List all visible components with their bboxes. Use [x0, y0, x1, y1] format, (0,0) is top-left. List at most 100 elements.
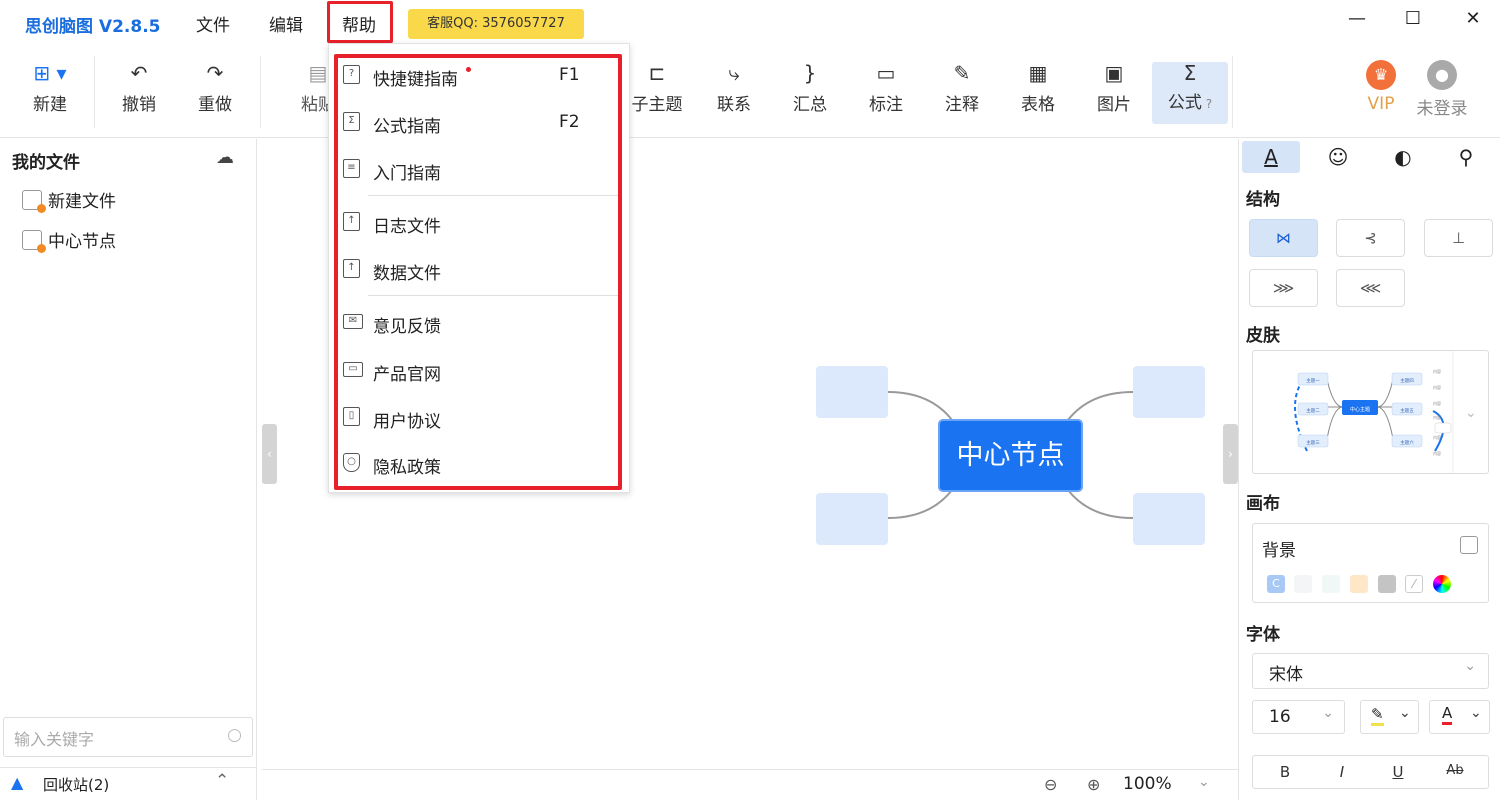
structure-heading: 结构 — [1246, 190, 1280, 210]
color-swatch[interactable] — [1294, 575, 1312, 593]
skin-topic-label: 主题三 — [1306, 439, 1320, 446]
status-bar: ⊖ ⊕ 100% ⌄ — [262, 769, 1238, 800]
monitor-icon: ▭ — [343, 362, 363, 377]
menu-item-label: 意见反馈 — [373, 317, 441, 337]
center-node[interactable]: 中心节点 — [938, 419, 1083, 492]
structure-fishbone-left-button[interactable]: ⋘ — [1336, 269, 1405, 307]
tab-style[interactable]: A — [1242, 141, 1300, 173]
structure-mindmap-button[interactable]: ⋈ — [1249, 219, 1318, 257]
shield-icon: ○ — [343, 453, 360, 472]
menu-item-data-file[interactable]: ↑ 数据文件 — [329, 251, 629, 291]
chevron-down-icon: ⌄ — [1470, 705, 1482, 721]
skin-preview-image: 中心主题 主题一 主题二 主题三 主题四 主题五 主题六 内容 内容 内容 内容… — [1294, 351, 1477, 473]
smiley-icon: ☺ — [1327, 145, 1349, 169]
menu-item-label: 隐私政策 — [373, 458, 441, 478]
chevron-down-icon: ⌄ — [1464, 658, 1476, 674]
mail-icon: ✉ — [343, 314, 363, 329]
skin-topic-label: 主题二 — [1306, 407, 1320, 414]
zoom-level[interactable]: 100% — [1123, 774, 1172, 794]
background-label: 背景 — [1262, 541, 1296, 561]
menu-item-label: 入门指南 — [373, 164, 441, 184]
skin-center-label: 中心主题 — [1350, 406, 1370, 413]
tab-emoji[interactable]: ☺ — [1309, 141, 1367, 173]
formula-doc-icon: Σ — [343, 112, 360, 131]
agreement-icon: ▯ — [343, 407, 360, 426]
chevron-down-icon[interactable]: ⌄ — [1465, 405, 1477, 421]
fishbone-right-icon: ⋙ — [1272, 279, 1295, 297]
shortcut-key: F1 — [559, 65, 580, 85]
style-panel: A ☺ ◐ ⚲ 结构 ⋈ ⊰ ⊥ ⋙ ⋘ 皮肤 中心主题 主题一 主题二 主题三… — [1238, 139, 1500, 800]
text-style-icon: A — [1264, 145, 1278, 169]
chevron-down-icon[interactable]: ⌄ — [1198, 774, 1210, 790]
menu-item-privacy-policy[interactable]: ○ 隐私政策 — [329, 445, 629, 485]
shortcut-key: F2 — [559, 112, 580, 132]
chevron-down-icon: ⌄ — [1399, 705, 1411, 721]
menu-item-label: 公式指南 — [373, 117, 441, 137]
menu-item-label: 用户协议 — [373, 412, 441, 432]
highlighter-icon: ✎ — [1371, 705, 1384, 726]
no-color-swatch[interactable]: ⁄ — [1405, 575, 1423, 593]
skin-topic-label: 主题一 — [1306, 377, 1320, 384]
skin-topic-label: 主题五 — [1400, 407, 1414, 414]
background-settings: 背景 C ⁄ — [1252, 523, 1489, 603]
menu-item-user-agreement[interactable]: ▯ 用户协议 — [329, 399, 629, 439]
custom-color-swatch[interactable]: C — [1267, 575, 1285, 593]
chevron-down-icon: ⌄ — [1322, 705, 1334, 721]
skin-content-label: 内容 — [1433, 384, 1441, 390]
menu-item-log-file[interactable]: ↑ 日志文件 — [329, 204, 629, 244]
theme-icon: ◐ — [1394, 145, 1412, 169]
underline-button[interactable]: U — [1386, 763, 1410, 781]
skin-topic-label: 主题四 — [1400, 377, 1414, 384]
canvas-heading: 画布 — [1246, 494, 1280, 514]
zoom-in-icon[interactable]: ⊕ — [1087, 775, 1100, 794]
mindmap-structure-icon: ⋈ — [1276, 229, 1291, 247]
structure-org-button[interactable]: ⊥ — [1424, 219, 1493, 257]
skin-heading: 皮肤 — [1246, 326, 1280, 346]
bold-button[interactable]: B — [1273, 763, 1297, 781]
help-dropdown-menu: ? 快捷键指南 F1 Σ 公式指南 F2 ≡ 入门指南 ↑ 日志文件 ↑ 数据文… — [328, 43, 630, 493]
zoom-out-icon[interactable]: ⊖ — [1044, 775, 1057, 794]
tab-theme[interactable]: ◐ — [1374, 141, 1432, 173]
subtopic-node[interactable] — [816, 493, 888, 545]
right-tree-icon: ⊰ — [1364, 229, 1377, 247]
org-chart-icon: ⊥ — [1451, 229, 1466, 247]
font-family-select[interactable]: 宋体 ⌄ — [1252, 653, 1489, 689]
skin-content-label: 内容 — [1433, 368, 1441, 374]
menu-item-label: 产品官网 — [373, 365, 441, 385]
color-picker-icon[interactable] — [1433, 575, 1451, 593]
background-checkbox[interactable] — [1460, 536, 1478, 554]
menu-item-getting-started[interactable]: ≡ 入门指南 — [329, 151, 629, 191]
skin-content-label: 内容 — [1433, 434, 1441, 440]
menu-divider — [368, 295, 620, 296]
list-doc-icon: ≡ — [343, 159, 360, 178]
font-color-icon: A — [1442, 704, 1453, 725]
highlight-color-select[interactable]: ✎ ⌄ — [1360, 700, 1419, 734]
color-swatch[interactable] — [1322, 575, 1340, 593]
italic-button[interactable]: I — [1330, 763, 1354, 781]
color-swatch[interactable] — [1350, 575, 1368, 593]
font-size-value: 16 — [1269, 707, 1291, 727]
strikethrough-button[interactable]: Ab — [1443, 763, 1467, 778]
tab-search[interactable]: ⚲ — [1437, 141, 1495, 173]
structure-fishbone-right-button[interactable]: ⋙ — [1249, 269, 1318, 307]
skin-topic-label: 主题六 — [1400, 439, 1414, 446]
subtopic-node[interactable] — [1133, 366, 1205, 418]
structure-right-button[interactable]: ⊰ — [1336, 219, 1405, 257]
skin-content-label: 内容 — [1433, 400, 1441, 406]
font-size-select[interactable]: 16 ⌄ — [1252, 700, 1345, 734]
menu-item-shortcuts[interactable]: ? 快捷键指南 F1 — [329, 57, 629, 97]
fishbone-left-icon: ⋘ — [1359, 279, 1382, 297]
menu-item-website[interactable]: ▭ 产品官网 — [329, 352, 629, 392]
color-swatch[interactable] — [1378, 575, 1396, 593]
menu-item-label: 快捷键指南 — [373, 70, 458, 90]
skin-preview[interactable]: 中心主题 主题一 主题二 主题三 主题四 主题五 主题六 内容 内容 内容 内容… — [1252, 350, 1489, 474]
menu-divider — [368, 195, 620, 196]
skin-content-label: 内容 — [1433, 450, 1441, 456]
search-icon: ⚲ — [1458, 145, 1474, 169]
subtopic-node[interactable] — [816, 366, 888, 418]
subtopic-node[interactable] — [1133, 493, 1205, 545]
menu-item-formula-guide[interactable]: Σ 公式指南 F2 — [329, 104, 629, 144]
text-format-bar: B I U Ab — [1252, 755, 1489, 789]
font-color-select[interactable]: A ⌄ — [1429, 700, 1490, 734]
menu-item-feedback[interactable]: ✉ 意见反馈 — [329, 304, 629, 344]
